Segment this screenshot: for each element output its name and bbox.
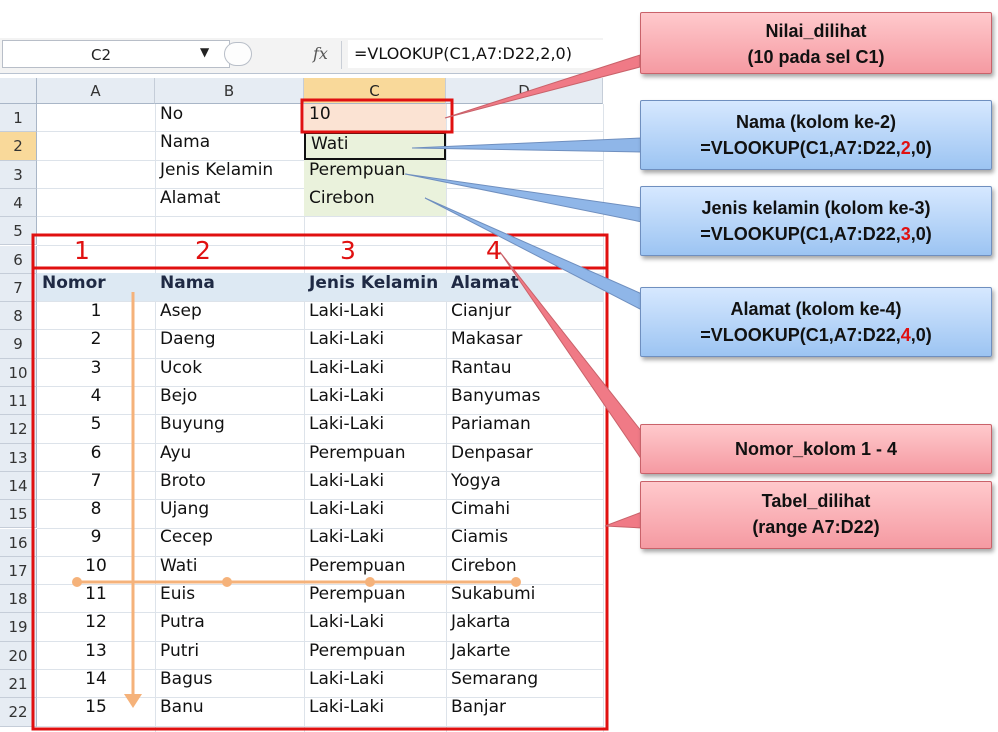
callout-nama-formula: =VLOOKUP(C1,A7:D22,2,0)	[700, 138, 932, 158]
callout-nilai-line1: Nilai_dilihat	[765, 21, 867, 41]
nama-pointer	[411, 137, 643, 153]
callout-jenis-line1: Jenis kelamin (kolom ke-3)	[701, 198, 931, 218]
callout-tabel-line1: Tabel_dilihat	[761, 491, 871, 511]
callout-tabel-line2: (range A7:D22)	[752, 517, 880, 537]
callout-nomor-line1: Nomor_kolom 1 - 4	[734, 439, 898, 459]
tabel-pointer	[604, 511, 643, 529]
nomor-pointer	[499, 251, 643, 462]
match-dot-1	[72, 577, 82, 587]
match-dot-4	[511, 577, 521, 587]
match-dot-3	[365, 577, 375, 587]
lookup-value-box	[300, 98, 454, 134]
match-dot-2	[222, 577, 232, 587]
callout-nilai-dilihat: Nilai_dilihat (10 pada sel C1)	[640, 12, 992, 74]
callout-alamat-formula: =VLOOKUP(C1,A7:D22,4,0)	[700, 325, 932, 345]
callout-jenis-formula: =VLOOKUP(C1,A7:D22,3,0)	[700, 224, 932, 244]
callout-nomor-kolom: Nomor_kolom 1 - 4	[640, 424, 992, 474]
callout-nilai-line2: (10 pada sel C1)	[747, 47, 885, 67]
callout-jenis-kelamin: Jenis kelamin (kolom ke-3) =VLOOKUP(C1,A…	[640, 186, 992, 256]
nilai-pointer	[444, 54, 641, 119]
callout-tabel-dilihat: Tabel_dilihat (range A7:D22)	[640, 481, 992, 549]
callout-nama-line1: Nama (kolom ke-2)	[735, 112, 897, 132]
jenis-pointer	[404, 173, 643, 223]
vertical-arrowhead	[124, 694, 142, 708]
callout-nama: Nama (kolom ke-2) =VLOOKUP(C1,A7:D22,2,0…	[640, 100, 992, 170]
callout-alamat: Alamat (kolom ke-4) =VLOOKUP(C1,A7:D22,4…	[640, 287, 992, 357]
table-range-box	[31, 233, 609, 731]
callout-alamat-line1: Alamat (kolom ke-4)	[730, 299, 902, 319]
